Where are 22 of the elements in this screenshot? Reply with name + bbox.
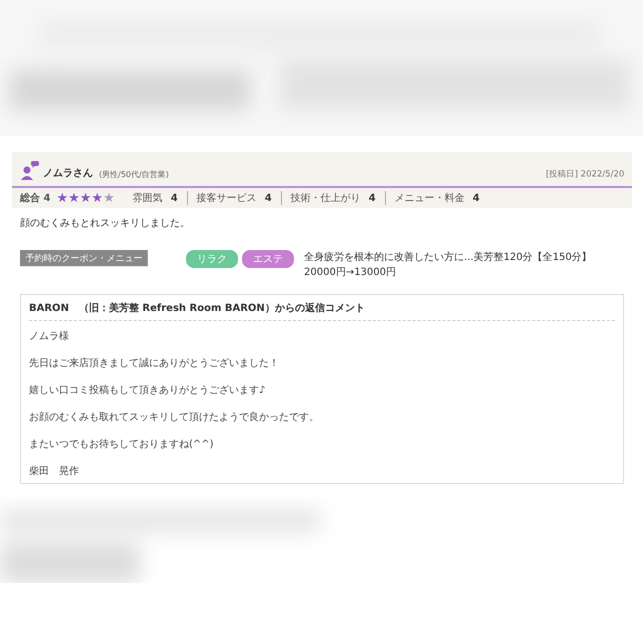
rating-item: 雰囲気 4 [132,192,178,205]
reply-text: 嬉しい口コミ投稿もして頂きありがとうございます♪ [29,386,266,396]
reply-title: BARON （旧：美芳整 Refresh Room BARON）からの返信コメント [29,299,615,321]
reply-text: 先日はご来店頂きまして誠にありがとうございました！ [29,359,280,369]
star-rating: ★★★★★ [56,192,115,204]
overall-label: 総合 4 [20,192,50,205]
reply-text: お顔のむくみも取れてスッキリして頂けたようで良かったです。 [29,413,320,423]
category-tag: エステ [242,250,294,268]
category-tag: リラク [186,250,238,268]
rating-item: 技術・仕上がり 4 [290,192,376,205]
post-date: [投稿日] 2022/5/20 [546,168,624,180]
rating-item: 接客サービス 4 [196,192,272,205]
user-icon [20,160,40,180]
reviewer-profile: (男性/50代/自営業) [99,169,169,180]
rating-item: メニュー・料金 4 [394,192,480,205]
reply-text: 柴田 晃作 [29,467,80,477]
reply-text: ノムラ様 [29,332,70,342]
reviewer-name: ノムラさん [43,167,93,180]
coupon-label: 予約時のクーポン・メニュー [20,250,148,266]
review-comment: 顔のむくみもとれスッキリしました。 [20,216,191,230]
coupon-menu-text: 全身疲労を根本的に改善したい方に...美芳整120分【全150分】20000円→13000円 [304,250,593,280]
reply-text: またいつでもお待ちしておりますね(^^) [29,440,215,450]
